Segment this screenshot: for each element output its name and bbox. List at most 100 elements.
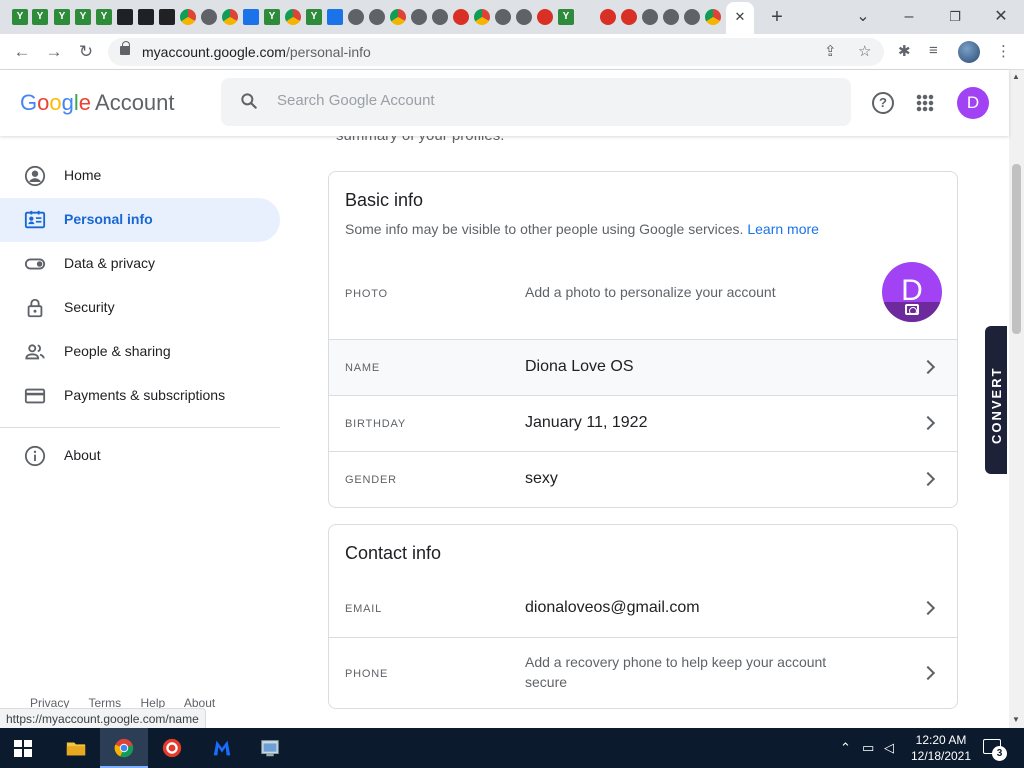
name-row[interactable]: NAME Diona Love OS (329, 339, 957, 395)
tab-favicon-blue[interactable] (243, 9, 259, 25)
tab-favicon-gray[interactable] (495, 9, 511, 25)
tab-favicon-windows[interactable] (285, 9, 301, 25)
gender-row[interactable]: GENDER sexy (329, 451, 957, 507)
tab-favicon-speaker[interactable] (642, 9, 658, 25)
extensions-puzzle-icon[interactable]: ✱ (898, 42, 911, 60)
tab-favicon-gray[interactable] (684, 9, 700, 25)
tab-favicon-green[interactable]: Y (558, 9, 574, 25)
tab-favicon-download[interactable] (327, 9, 343, 25)
forward-button[interactable]: → (42, 41, 66, 63)
sidebar-item-label: Security (64, 299, 115, 315)
gender-value: sexy (525, 470, 558, 487)
intro-text: summary of your profiles. (336, 136, 504, 144)
tab-favicon-gray[interactable] (201, 9, 217, 25)
email-row[interactable]: EMAIL dionaloveos@gmail.com (329, 581, 957, 637)
tab-favicon-gray[interactable] (432, 9, 448, 25)
tray-clock[interactable]: 12:20 AM 12/18/2021 (910, 732, 972, 764)
active-tab[interactable]: ✕ (726, 2, 754, 34)
tab-favicon-gray[interactable] (369, 9, 385, 25)
scrollbar-thumb[interactable] (1012, 164, 1021, 334)
help-icon[interactable]: ? (872, 92, 894, 114)
reload-button[interactable]: ↻ (74, 41, 98, 63)
tray-network-icon[interactable]: ▭ (862, 740, 874, 756)
chevron-right-icon (920, 665, 936, 681)
tab-favicon-green[interactable]: Y (306, 9, 322, 25)
tab-favicon-apple[interactable] (348, 9, 364, 25)
tab-favicon-google[interactable] (390, 9, 406, 25)
kebab-menu-icon[interactable]: ⋮ (996, 42, 1011, 60)
user-avatar[interactable]: D (957, 87, 989, 119)
learn-more-link[interactable]: Learn more (747, 221, 819, 237)
tab-favicon-mask[interactable] (159, 9, 175, 25)
tab-favicon-colorful[interactable] (474, 9, 490, 25)
tab-favicon-red[interactable] (537, 9, 553, 25)
tab-favicon-green[interactable]: Y (75, 9, 91, 25)
close-window-icon[interactable]: ✕ (990, 6, 1012, 28)
media-queue-icon[interactable]: ≡ (929, 42, 938, 59)
tab-favicon-red[interactable] (453, 9, 469, 25)
tab-favicon-quora[interactable] (621, 9, 637, 25)
birthday-row[interactable]: BIRTHDAY January 11, 1922 (329, 395, 957, 451)
tab-favicon-google[interactable] (705, 9, 721, 25)
search-input[interactable] (277, 92, 777, 109)
share-icon[interactable]: ⇪ (824, 42, 837, 60)
taskbar-app-window[interactable] (246, 728, 294, 768)
taskbar-chrome[interactable] (100, 728, 148, 768)
taskbar-app-red[interactable] (148, 728, 196, 768)
tab-favicon-gray[interactable] (516, 9, 532, 25)
close-tab-icon[interactable]: ✕ (729, 6, 751, 28)
sidebar-item-payments[interactable]: Payments & subscriptions (0, 374, 280, 418)
restore-icon[interactable]: ❐ (944, 6, 966, 28)
tab-search-icon[interactable]: ⌄ (852, 6, 874, 28)
taskbar-file-explorer[interactable] (52, 728, 100, 768)
photo-row[interactable]: PHOTO Add a photo to personalize your ac… (329, 252, 957, 339)
lock-icon[interactable] (120, 41, 130, 55)
url-text[interactable]: myaccount.google.com/personal-info (142, 44, 371, 60)
profile-avatar-icon[interactable] (958, 41, 980, 63)
tab-favicon-green[interactable]: Y (12, 9, 28, 25)
new-tab-button[interactable]: + (766, 6, 788, 28)
google-account-logo[interactable]: Google Account (20, 90, 175, 116)
tab-favicon-green[interactable]: Y (32, 9, 48, 25)
tab-favicon-chrome[interactable] (222, 9, 238, 25)
search-icon[interactable] (239, 91, 259, 111)
tray-time: 12:20 AM (915, 733, 967, 747)
taskbar-malwarebytes[interactable] (198, 728, 246, 768)
sidebar-item-personal-info[interactable]: Personal info (0, 198, 280, 242)
row-label: PHONE (345, 668, 389, 680)
profile-photo[interactable]: D (882, 262, 942, 322)
sidebar-item-security[interactable]: Security (0, 286, 280, 330)
sidebar-item-home[interactable]: Home (0, 154, 280, 198)
account-search-box[interactable] (221, 78, 851, 126)
bookmark-star-icon[interactable]: ☆ (858, 42, 871, 60)
tab-favicon-7z[interactable] (138, 9, 154, 25)
toggle-icon (24, 258, 46, 270)
sidebar-item-label: Payments & subscriptions (64, 387, 226, 403)
row-label: NAME (345, 362, 380, 374)
sidebar-item-people-sharing[interactable]: People & sharing (0, 330, 280, 374)
phone-row[interactable]: PHONE Add a recovery phone to help keep … (329, 637, 957, 709)
address-bar[interactable]: myaccount.google.com/personal-info ⇪ ☆ (108, 38, 884, 66)
sidebar-item-about[interactable]: About (0, 434, 280, 478)
tab-favicon-green[interactable]: Y (96, 9, 112, 25)
scroll-up-arrow-icon[interactable]: ▲ (1012, 72, 1020, 81)
tray-volume-icon[interactable]: ◁ (884, 740, 894, 756)
tab-favicon-gray[interactable] (411, 9, 427, 25)
tray-chevron-up-icon[interactable]: ⌃ (840, 740, 851, 756)
tab-favicon-chrome[interactable] (180, 9, 196, 25)
card-subtitle-text: Some info may be visible to other people… (345, 221, 744, 237)
sidebar-item-data-privacy[interactable]: Data & privacy (0, 242, 280, 286)
windows-start-icon[interactable] (14, 740, 32, 757)
tab-favicon-quora[interactable] (600, 9, 616, 25)
google-apps-icon[interactable] (916, 94, 934, 112)
notification-count-badge: 3 (992, 746, 1007, 761)
tab-favicon-gray[interactable] (663, 9, 679, 25)
tab-favicon-square[interactable] (117, 9, 133, 25)
tab-favicon-green[interactable]: Y (264, 9, 280, 25)
convert-widget-tab[interactable]: CONVERT (985, 326, 1007, 474)
back-button[interactable]: ← (10, 41, 34, 63)
minimize-icon[interactable]: – (898, 6, 920, 28)
tab-favicon-green[interactable]: Y (54, 9, 70, 25)
scroll-down-arrow-icon[interactable]: ▼ (1012, 715, 1020, 724)
page-scrollbar[interactable]: ▲ ▼ (1009, 70, 1024, 728)
